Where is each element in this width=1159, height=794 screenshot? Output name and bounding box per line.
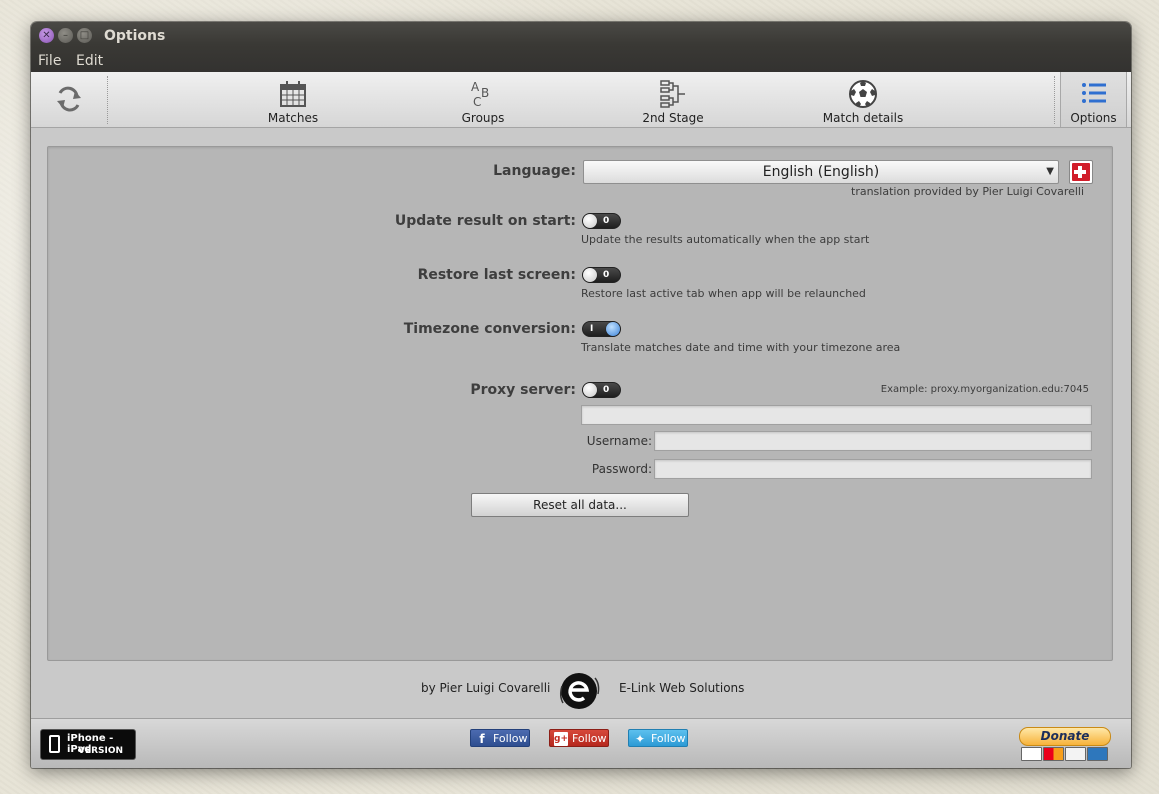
update-on-start-label: Update result on start: bbox=[394, 213, 576, 229]
toggle-knob bbox=[583, 214, 597, 228]
restore-last-screen-label: Restore last screen: bbox=[417, 267, 576, 283]
proxy-address-input[interactable] bbox=[581, 405, 1092, 425]
elink-logo-icon bbox=[559, 673, 600, 709]
dropdown-arrow-icon: ▼ bbox=[1046, 166, 1054, 177]
toolbar: Matches A B C Groups 2nd Stage Match det… bbox=[31, 72, 1131, 128]
proxy-server-toggle[interactable]: 0 bbox=[582, 382, 621, 398]
bracket-icon bbox=[660, 80, 685, 108]
footer-bar: iPhone - iPad VERSION f Follow g+ Follow… bbox=[31, 718, 1131, 768]
update-on-start-toggle[interactable]: 0 bbox=[582, 213, 621, 229]
toggle-state: 0 bbox=[603, 216, 610, 226]
donate-label: Donate bbox=[1019, 727, 1111, 746]
abc-icon: A B C bbox=[471, 80, 489, 109]
discover-card-icon bbox=[1065, 747, 1086, 761]
options-window: ✕ – □ Options File Edit Matches A B C Gr… bbox=[31, 22, 1131, 768]
translation-credit: translation provided by Pier Luigi Covar… bbox=[851, 185, 1085, 198]
svg-text:C: C bbox=[473, 95, 481, 109]
amex-card-icon bbox=[1087, 747, 1108, 761]
menu-edit[interactable]: Edit bbox=[76, 53, 103, 69]
update-on-start-hint: Update the results automatically when th… bbox=[581, 233, 870, 246]
password-input[interactable] bbox=[654, 459, 1092, 479]
twitter-icon: ✦ bbox=[634, 732, 646, 746]
maximize-window-button[interactable]: □ bbox=[77, 28, 92, 43]
calendar-icon bbox=[280, 81, 306, 107]
toggle-state: 0 bbox=[603, 385, 610, 395]
toggle-knob bbox=[606, 322, 620, 336]
minimize-window-button[interactable]: – bbox=[58, 28, 73, 43]
company-credit: E-Link Web Solutions bbox=[619, 681, 745, 695]
toggle-knob bbox=[583, 383, 597, 397]
facebook-follow-button[interactable]: f Follow bbox=[470, 729, 530, 747]
twitter-follow-label: Follow bbox=[651, 732, 686, 745]
swiss-flag-icon[interactable] bbox=[1069, 160, 1093, 184]
tab-options-label: Options bbox=[1070, 111, 1117, 125]
timezone-conversion-hint: Translate matches date and time with you… bbox=[581, 341, 901, 354]
mastercard-icon bbox=[1043, 747, 1064, 761]
toolbar-separator bbox=[107, 76, 108, 124]
language-select-value: English (English) bbox=[762, 164, 880, 180]
tab-groups-label: Groups bbox=[461, 111, 505, 125]
toggle-state: 0 bbox=[603, 270, 610, 280]
proxy-server-label: Proxy server: bbox=[470, 382, 576, 398]
tab-2nd-stage-label: 2nd Stage bbox=[642, 111, 704, 125]
restore-last-screen-toggle[interactable]: 0 bbox=[582, 267, 621, 283]
credits-bar: by Pier Luigi Covarelli E-Link Web Solut… bbox=[31, 668, 1131, 718]
username-input[interactable] bbox=[654, 431, 1092, 451]
toolbar-separator bbox=[1054, 76, 1055, 124]
content-area: Language: English (English) ▼ translatio… bbox=[31, 128, 1131, 718]
timezone-conversion-toggle[interactable]: I bbox=[582, 321, 621, 337]
phone-icon bbox=[49, 735, 60, 753]
language-select[interactable]: English (English) ▼ bbox=[583, 160, 1059, 184]
facebook-icon: f bbox=[479, 732, 485, 746]
list-icon bbox=[1081, 83, 1106, 103]
svg-text:A: A bbox=[471, 80, 480, 94]
googleplus-follow-label: Follow bbox=[572, 732, 607, 745]
facebook-follow-label: Follow bbox=[493, 732, 528, 745]
menu-file[interactable]: File bbox=[38, 53, 61, 69]
proxy-example-hint: Example: proxy.myorganization.edu:7045 bbox=[880, 384, 1089, 395]
restore-last-screen-hint: Restore last active tab when app will be… bbox=[581, 287, 866, 300]
tab-match-details-label: Match details bbox=[822, 111, 904, 125]
iphone-ipad-version-badge[interactable]: iPhone - iPad VERSION bbox=[40, 729, 136, 760]
username-label: Username: bbox=[586, 434, 652, 448]
window-title: Options bbox=[104, 28, 166, 44]
close-window-button[interactable]: ✕ bbox=[39, 28, 54, 43]
tab-matches-label: Matches bbox=[267, 111, 319, 125]
twitter-follow-button[interactable]: ✦ Follow bbox=[628, 729, 688, 747]
timezone-conversion-label: Timezone conversion: bbox=[403, 321, 576, 337]
visa-card-icon bbox=[1021, 747, 1042, 761]
options-panel: Language: English (English) ▼ translatio… bbox=[47, 146, 1113, 661]
tab-matches[interactable]: Matches bbox=[253, 72, 333, 127]
reset-all-data-button[interactable]: Reset all data... bbox=[471, 493, 689, 517]
password-label: Password: bbox=[591, 462, 652, 476]
author-credit: by Pier Luigi Covarelli bbox=[421, 681, 551, 695]
toggle-state: I bbox=[590, 324, 594, 334]
refresh-button[interactable] bbox=[46, 83, 92, 117]
soccer-ball-icon bbox=[849, 80, 877, 108]
toggle-knob bbox=[583, 268, 597, 282]
badge-subtitle: VERSION bbox=[78, 746, 124, 756]
donate-button[interactable]: Donate bbox=[1019, 727, 1111, 763]
googleplus-follow-button[interactable]: g+ Follow bbox=[549, 729, 609, 747]
tab-groups[interactable]: A B C Groups bbox=[443, 72, 523, 127]
svg-text:B: B bbox=[481, 86, 489, 100]
tab-match-details[interactable]: Match details bbox=[813, 72, 913, 127]
tab-options[interactable]: Options bbox=[1060, 72, 1127, 127]
title-bar: ✕ – □ Options File Edit bbox=[31, 22, 1131, 72]
refresh-icon bbox=[57, 86, 81, 112]
language-label: Language: bbox=[493, 163, 576, 179]
tab-2nd-stage[interactable]: 2nd Stage bbox=[633, 72, 713, 127]
googleplus-icon: g+ bbox=[554, 732, 568, 746]
